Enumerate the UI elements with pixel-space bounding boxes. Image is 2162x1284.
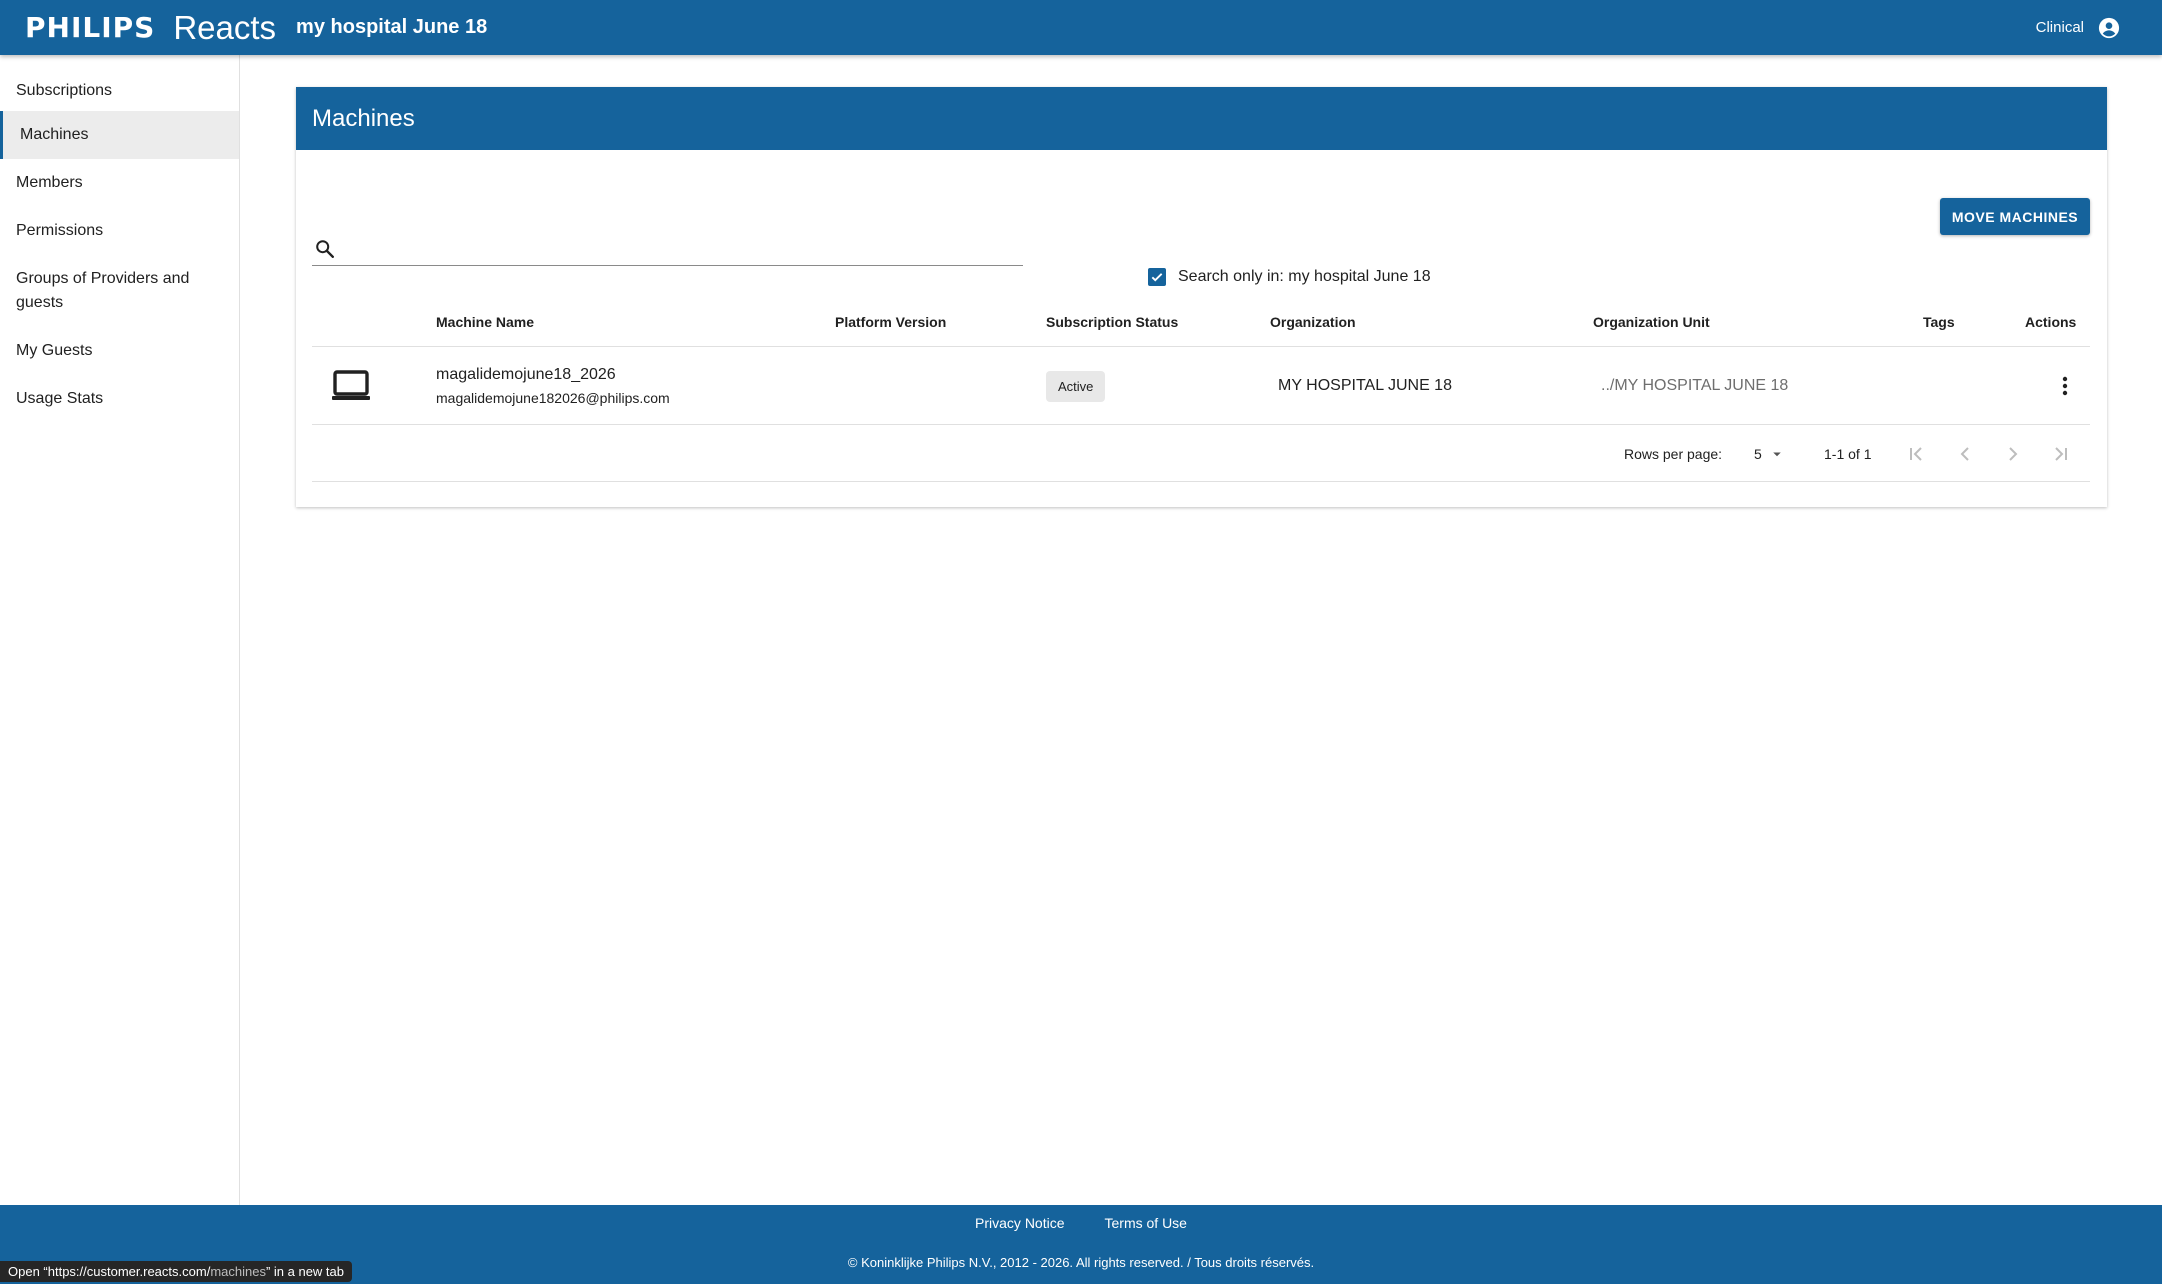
column-machine-name[interactable]: Machine Name <box>436 297 534 347</box>
next-page-button[interactable] <box>2001 425 2025 482</box>
move-machines-button[interactable]: MOVE MACHINES <box>1940 198 2090 235</box>
column-actions: Actions <box>2025 314 2077 330</box>
page-range: 1-1 of 1 <box>1824 445 1872 462</box>
column-subscription-status[interactable]: Subscription Status <box>1046 297 1178 347</box>
sidebar: Subscriptions Machines Members Permissio… <box>0 55 240 1205</box>
top-app-bar: PHILIPS Reacts my hospital June 18 Clini… <box>0 0 2162 55</box>
rows-per-page-label: Rows per page: <box>1624 445 1723 462</box>
table-row[interactable]: magalidemojune18_2026 magalidemojune1820… <box>312 347 2090 425</box>
arrow-drop-down-icon <box>1773 452 1781 456</box>
chevron-right-icon <box>2009 446 2018 461</box>
machine-icon-cell <box>331 347 371 425</box>
laptop-icon <box>332 370 370 400</box>
user-menu[interactable]: Clinical <box>2036 0 2120 55</box>
sidebar-item-subscriptions[interactable]: Subscriptions <box>0 70 239 112</box>
check-icon <box>1151 273 1163 282</box>
status-url-prefix: Open “https://customer.reacts.com/ <box>8 1264 211 1279</box>
search-icon <box>316 240 334 258</box>
sidebar-item-permissions[interactable]: Permissions <box>0 207 239 255</box>
privacy-notice-link[interactable]: Privacy Notice <box>975 1215 1064 1231</box>
sidebar-item-usage-stats[interactable]: Usage Stats <box>0 375 239 423</box>
column-organization[interactable]: Organization <box>1270 297 1356 347</box>
last-page-icon <box>2055 446 2067 461</box>
column-platform-version[interactable]: Platform Version <box>835 297 946 347</box>
search-input[interactable] <box>346 234 1016 264</box>
organization-unit-cell: ../MY HOSPITAL JUNE 18 <box>1601 377 1789 394</box>
machines-card: Machines MOVE MACHINES Search only in: m… <box>296 87 2107 507</box>
status-badge: Active <box>1046 370 1106 402</box>
column-tags[interactable]: Tags <box>1923 297 1955 347</box>
search-scope-filter[interactable]: Search only in: my hospital June 18 <box>1148 268 1431 286</box>
page-title: Machines <box>296 87 2107 150</box>
last-page-button[interactable] <box>2049 425 2073 482</box>
link-status-tooltip: Open “https://customer.reacts.com/machin… <box>0 1261 352 1282</box>
status-cell: Active <box>1046 347 1106 425</box>
sidebar-item-members[interactable]: Members <box>0 159 239 207</box>
row-actions[interactable] <box>2053 347 2077 425</box>
status-url-path: machines <box>210 1264 266 1279</box>
search-scope-label: Search only in: my hospital June 18 <box>1178 268 1431 285</box>
status-url-suffix: ” in a new tab <box>265 1264 344 1279</box>
pagination: Rows per page: 5 1-1 of 1 <box>312 425 2090 482</box>
rows-per-page-select[interactable]: 5 <box>1754 425 1786 482</box>
first-page-icon <box>1910 446 1922 461</box>
first-page-button[interactable] <box>1904 425 1928 482</box>
sidebar-item-machines[interactable]: Machines <box>0 111 239 159</box>
sidebar-item-groups[interactable]: Groups of Providers and guests <box>0 255 239 327</box>
column-organization-unit[interactable]: Organization Unit <box>1593 297 1710 347</box>
machine-name-cell: magalidemojune18_2026 magalidemojune1820… <box>436 347 670 425</box>
sidebar-item-my-guests[interactable]: My Guests <box>0 327 239 375</box>
chevron-left-icon <box>1960 446 1969 461</box>
table-header: Machine Name Platform Version Subscripti… <box>312 297 2090 347</box>
terms-of-use-link[interactable]: Terms of Use <box>1105 1215 1187 1231</box>
machine-name: magalidemojune18_2026 <box>436 366 616 383</box>
search-scope-checkbox[interactable] <box>1148 268 1166 286</box>
footer-links: Privacy Notice Terms of Use <box>0 1215 2162 1231</box>
product-name: Reacts <box>173 8 277 46</box>
account-circle-icon[interactable] <box>2098 17 2120 39</box>
machine-email: magalidemojune182026@philips.com <box>436 390 670 406</box>
rows-per-page-value: 5 <box>1754 445 1762 462</box>
search-field <box>312 234 1023 266</box>
philips-logo[interactable]: PHILIPS <box>25 11 155 44</box>
current-organization: my hospital June 18 <box>296 16 488 38</box>
role-label: Clinical <box>2035 19 2084 36</box>
previous-page-button[interactable] <box>1953 425 1977 482</box>
more-vert-icon[interactable] <box>2053 374 2077 398</box>
organization-cell: MY HOSPITAL JUNE 18 <box>1278 377 1452 394</box>
